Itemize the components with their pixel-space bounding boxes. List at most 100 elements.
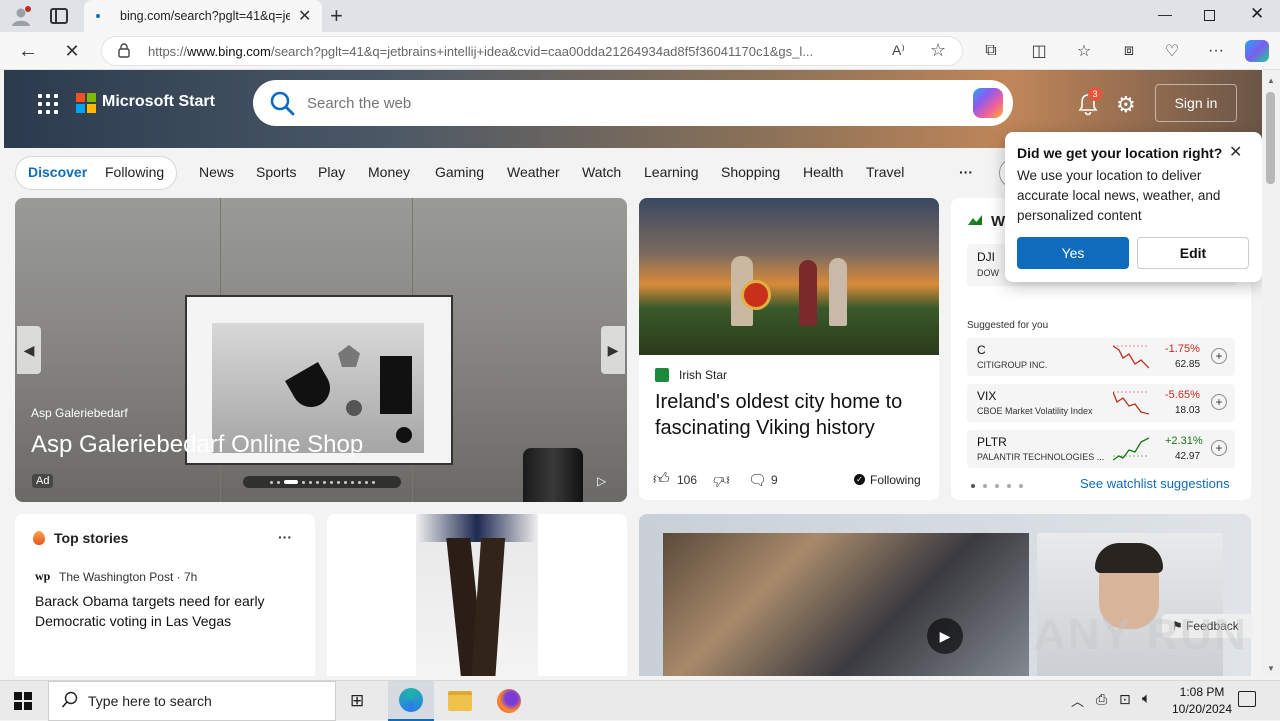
play-icon[interactable]: ▶: [927, 618, 963, 654]
search-input[interactable]: [307, 90, 907, 116]
brand-name[interactable]: Microsoft Start: [102, 93, 215, 111]
irish-star-logo-icon: [655, 368, 669, 382]
add-favorite-icon[interactable]: ☆: [930, 40, 946, 61]
split-screen-icon[interactable]: ◫: [1025, 37, 1053, 65]
article-title[interactable]: Ireland's oldest city home to fascinatin…: [655, 389, 925, 441]
like-icon[interactable]: 👍︎: [653, 470, 670, 489]
art-half: [285, 362, 337, 414]
copilot-search-icon[interactable]: [973, 88, 1003, 118]
stock-row[interactable]: PLTR PALANTIR TECHNOLOGIES ... +2.31% 42…: [967, 430, 1235, 468]
yes-button[interactable]: Yes: [1017, 237, 1129, 269]
like-count: 106: [677, 473, 698, 487]
extensions-icon[interactable]: ⧉: [977, 37, 1005, 65]
dislike-icon[interactable]: 👍︎: [713, 470, 730, 489]
read-aloud-icon[interactable]: A⁾: [892, 42, 905, 59]
show-hidden-icons[interactable]: ︿: [1071, 691, 1084, 710]
tab-actions-icon[interactable]: [50, 8, 68, 24]
add-stock-icon[interactable]: +: [1211, 440, 1227, 456]
following-label[interactable]: Following: [870, 473, 921, 487]
hero-ad-card[interactable]: ◀ ▶ Asp Galeriebedarf Asp Galeriebedarf …: [15, 198, 627, 502]
taskbar-time[interactable]: 1:08 PM: [1172, 685, 1232, 699]
favorites-icon[interactable]: ☆: [1070, 37, 1098, 65]
start-button[interactable]: [14, 692, 32, 710]
tab-play[interactable]: Play: [318, 164, 345, 180]
add-stock-icon[interactable]: +: [1211, 394, 1227, 410]
firefox-icon[interactable]: [497, 689, 521, 713]
ad-badge: Ad: [32, 474, 54, 488]
ad-choices-icon[interactable]: ▷: [597, 474, 606, 488]
edit-button[interactable]: Edit: [1137, 237, 1249, 269]
scroll-thumb[interactable]: [1266, 92, 1275, 184]
edge-taskbar-icon[interactable]: [388, 681, 434, 721]
meet-now-icon[interactable]: ⎙: [1096, 691, 1107, 708]
network-icon[interactable]: ⊡: [1119, 691, 1131, 708]
stock-row[interactable]: VIX CBOE Market Volatility Index -5.65% …: [967, 384, 1235, 422]
tab-weather[interactable]: Weather: [507, 164, 560, 180]
story-headline[interactable]: Barack Obama targets need for early Demo…: [35, 591, 285, 631]
product-card[interactable]: [327, 514, 627, 676]
copilot-icon[interactable]: [1245, 40, 1269, 62]
carousel-next-button[interactable]: ▶: [601, 326, 625, 374]
stop-loading-icon[interactable]: ✕: [58, 37, 86, 65]
minimize-button[interactable]: —: [1158, 6, 1172, 22]
tab-health[interactable]: Health: [803, 164, 843, 180]
watchlist-logo-icon: [968, 215, 982, 225]
volume-icon[interactable]: 🔈︎: [1142, 690, 1151, 707]
stock-symbol: VIX: [977, 389, 997, 403]
profile-icon[interactable]: [10, 5, 32, 27]
watchlist-pager[interactable]: [971, 484, 1023, 488]
taskbar-date[interactable]: 10/20/2024: [1164, 702, 1240, 716]
title-bar: bing.com/search?pglt=41&q=jet ✕ + — ✕: [0, 0, 1280, 32]
task-view-icon[interactable]: ⊞: [350, 691, 364, 711]
see-watchlist-suggestions-link[interactable]: See watchlist suggestions: [1080, 476, 1230, 491]
add-stock-icon[interactable]: +: [1211, 348, 1227, 364]
stock-row[interactable]: C CITIGROUP INC. -1.75% 62.85 +: [967, 338, 1235, 376]
sign-in-button[interactable]: Sign in: [1155, 84, 1237, 122]
hero-title[interactable]: Asp Galeriebedarf Online Shop: [31, 431, 363, 459]
article-card[interactable]: Irish Star Ireland's oldest city home to…: [639, 198, 939, 500]
tab-favicon-icon: [96, 14, 100, 18]
nav-more-button[interactable]: ···: [959, 164, 973, 180]
tab-following[interactable]: Following: [105, 164, 164, 180]
settings-more-icon[interactable]: ···: [1202, 37, 1230, 65]
tab-travel[interactable]: Travel: [866, 164, 904, 180]
tab-shopping[interactable]: Shopping: [721, 164, 780, 180]
tab-close-icon[interactable]: ✕: [298, 6, 311, 26]
vertical-scrollbar[interactable]: ▲ ▼: [1262, 70, 1280, 676]
search-box[interactable]: [253, 80, 1013, 126]
close-window-button[interactable]: ✕: [1250, 4, 1264, 24]
collections-icon[interactable]: ⧈: [1115, 37, 1143, 65]
taskbar-search[interactable]: Type here to search: [48, 681, 336, 721]
browser-essentials-icon[interactable]: ♡: [1158, 37, 1186, 65]
tab-news[interactable]: News: [199, 164, 234, 180]
carousel-prev-button[interactable]: ◀: [17, 326, 41, 374]
check-icon: ✓: [854, 474, 865, 485]
windows-taskbar: Type here to search ⊞ ︿ ⎙ ⊡ 🔈︎ 1:08 PM 1…: [0, 680, 1280, 721]
tab-watch[interactable]: Watch: [582, 164, 621, 180]
close-popup-icon[interactable]: ✕: [1229, 142, 1242, 162]
lock-icon[interactable]: [118, 43, 130, 58]
carousel-dots[interactable]: [243, 476, 401, 488]
notification-center-icon[interactable]: [1238, 691, 1256, 707]
file-explorer-icon[interactable]: [448, 691, 472, 711]
tab-discover[interactable]: Discover: [28, 164, 87, 180]
tab-money[interactable]: Money: [368, 164, 410, 180]
back-icon[interactable]: ←: [14, 37, 42, 65]
comment-icon[interactable]: 🗨︎: [748, 471, 767, 489]
url-text: https://www.bing.com/search?pglt=41&q=je…: [148, 44, 848, 59]
top-stories-more-button[interactable]: ···: [278, 529, 292, 545]
app-launcher-icon[interactable]: [38, 94, 58, 114]
scroll-down-arrow[interactable]: ▼: [1267, 664, 1275, 673]
browser-tab[interactable]: bing.com/search?pglt=41&q=jet ✕: [84, 0, 322, 32]
tab-learning[interactable]: Learning: [644, 164, 699, 180]
jacket: [416, 514, 538, 542]
tab-sports[interactable]: Sports: [256, 164, 296, 180]
stock-sparkline: [1113, 345, 1149, 369]
maximize-button[interactable]: [1204, 10, 1215, 21]
tab-gaming[interactable]: Gaming: [435, 164, 484, 180]
new-tab-button[interactable]: +: [330, 3, 343, 29]
comment-count: 9: [771, 473, 778, 487]
settings-gear-icon[interactable]: ⚙: [1116, 92, 1136, 118]
scroll-up-arrow[interactable]: ▲: [1267, 76, 1275, 85]
address-bar[interactable]: https://www.bing.com/search?pglt=41&q=je…: [101, 36, 963, 66]
